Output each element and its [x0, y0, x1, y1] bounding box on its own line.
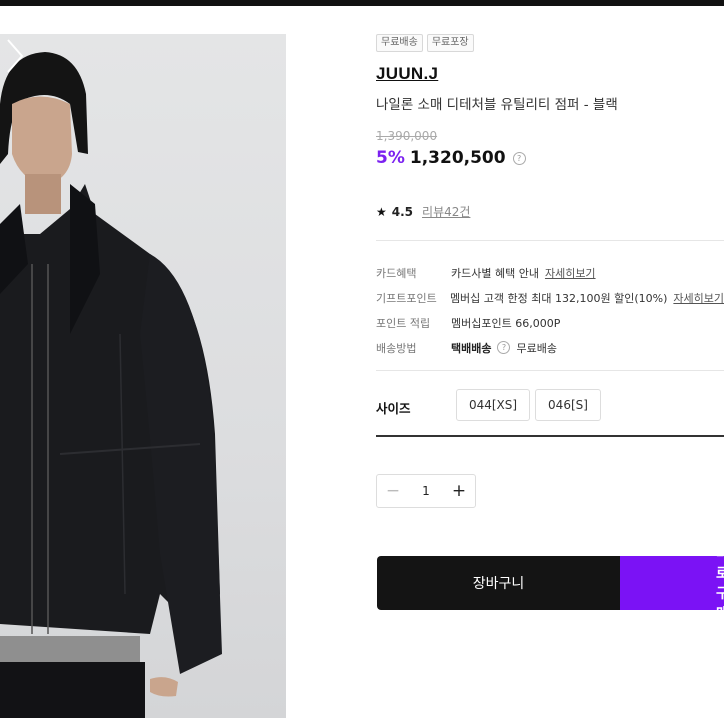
- shipping-fee: 무료배송: [516, 341, 557, 355]
- decrease-button[interactable]: −: [377, 475, 409, 507]
- card-benefit-value: 카드사별 혜택 안내: [451, 266, 539, 280]
- top-bar: [0, 0, 724, 6]
- info-icon[interactable]: ?: [512, 151, 526, 165]
- quantity-stepper: − 1 +: [376, 474, 476, 508]
- add-to-cart-button[interactable]: 장바구니: [377, 556, 620, 610]
- card-benefit-detail-link[interactable]: 자세히보기: [545, 265, 596, 281]
- rating-value: 4.5: [391, 204, 414, 219]
- gift-point-row: 기프트포인트 멤버십 고객 한정 최대 132,100원 할인(10%) 자세히…: [376, 285, 724, 310]
- increase-button[interactable]: +: [443, 475, 475, 507]
- discount-rate: 5%: [376, 148, 405, 168]
- point-label: 포인트 적립: [376, 316, 431, 330]
- product-image[interactable]: [0, 34, 286, 718]
- card-benefit-label: 카드혜택: [376, 266, 417, 280]
- sale-price: 1,320,500: [409, 148, 506, 168]
- product-name: 나일론 소매 디테처블 유틸리티 점퍼 - 블랙: [376, 97, 618, 113]
- buy-now-button[interactable]: 바로구매: [620, 556, 724, 610]
- original-price: 1,390,000: [376, 129, 438, 143]
- size-divider: [376, 435, 724, 437]
- benefit-info-table: 카드혜택 카드사별 혜택 안내 자세히보기 기프트포인트 멤버십 고객 한정 최…: [376, 260, 724, 360]
- point-value: 멤버십포인트 66,000P: [451, 316, 561, 330]
- model-illustration: [0, 52, 222, 718]
- price-row: 5% 1,320,500 ?: [376, 148, 526, 168]
- size-label: 사이즈: [376, 401, 411, 416]
- chevron-right-icon[interactable]: [0, 34, 30, 78]
- size-option-xs[interactable]: 044[XS]: [456, 389, 530, 421]
- divider: [376, 240, 724, 241]
- shipping-method: 택배배송: [451, 341, 492, 355]
- gift-point-value: 멤버십 고객 한정 최대 132,100원 할인(10%): [449, 291, 668, 305]
- gift-point-detail-link[interactable]: 자세히보기: [673, 290, 724, 306]
- gift-point-label: 기프트포인트: [376, 291, 437, 305]
- free-shipping-badge: 무료배송: [376, 34, 423, 52]
- shipping-label: 배송방법: [376, 341, 417, 355]
- info-icon[interactable]: ?: [497, 341, 511, 354]
- brand-link[interactable]: JUUN.J: [376, 64, 438, 84]
- star-icon: ★: [376, 204, 387, 219]
- reviews-link[interactable]: 리뷰42건: [422, 203, 470, 220]
- free-wrapping-badge: 무료포장: [426, 34, 474, 52]
- quantity-value[interactable]: 1: [409, 484, 443, 498]
- size-option-s[interactable]: 046[S]: [535, 389, 601, 421]
- rating-row: ★ 4.5 리뷰42건: [376, 203, 470, 220]
- divider: [376, 370, 724, 371]
- badge-group: 무료배송 무료포장: [376, 34, 474, 52]
- point-row: 포인트 적립 멤버십포인트 66,000P: [376, 310, 724, 335]
- shipping-row: 배송방법 택배배송 ? 무료배송: [376, 335, 724, 360]
- card-benefit-row: 카드혜택 카드사별 혜택 안내 자세히보기: [376, 260, 724, 285]
- buy-now-label: 바로구매: [716, 556, 724, 610]
